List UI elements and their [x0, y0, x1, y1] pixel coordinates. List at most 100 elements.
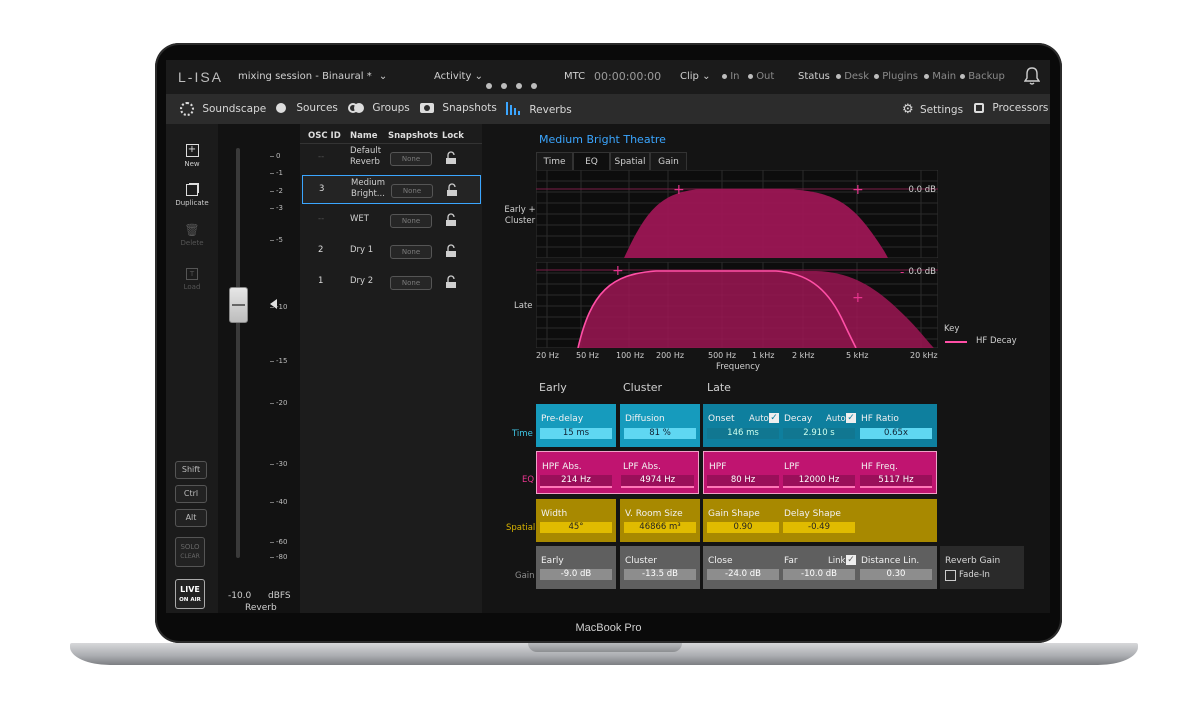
reverb-snapshot-pill[interactable]: None: [390, 152, 432, 166]
col-osc-id: OSC ID: [308, 131, 341, 141]
ctrl-button[interactable]: Ctrl: [175, 485, 207, 503]
fader-scale-tick: [270, 191, 274, 192]
fader-handle[interactable]: [229, 287, 248, 323]
nav-settings[interactable]: ⚙ Settings: [902, 102, 963, 117]
alt-button[interactable]: Alt: [175, 509, 207, 527]
diffusion-param[interactable]: Diffusion 81 %: [620, 404, 700, 447]
room-size-value[interactable]: 46866 m³: [624, 522, 696, 533]
load-label: Load: [183, 283, 201, 291]
lock-icon[interactable]: [445, 274, 457, 293]
lpf-abs-value[interactable]: 4974 Hz: [621, 475, 694, 488]
clip-selector[interactable]: Clip ⌄: [680, 71, 710, 82]
onset-value[interactable]: 146 ms: [707, 428, 779, 439]
nav-soundscape[interactable]: Soundscape: [180, 102, 266, 116]
fade-in-checkbox[interactable]: [945, 570, 956, 581]
cluster-gain-param[interactable]: Cluster -13.5 dB: [620, 546, 700, 589]
eq-graph-early[interactable]: + + 0.0 dB: [536, 170, 938, 258]
reverb-row[interactable]: -- Default Reverb None: [302, 144, 481, 173]
reverb-row[interactable]: 3 Medium Bright... None: [302, 175, 481, 204]
nav-processors[interactable]: Processors: [974, 102, 1048, 114]
row-label-eq: EQ: [522, 475, 535, 485]
early-gain-param[interactable]: Early -9.0 dB: [536, 546, 616, 589]
reverb-snapshot-pill[interactable]: None: [390, 214, 432, 228]
decay-label: Decay: [784, 414, 813, 424]
late-gain-group: Close -24.0 dB Far Link ✓ -10.0 dB Dista…: [703, 546, 937, 589]
lock-icon[interactable]: [446, 182, 458, 201]
hf-decay-legend-label: HF Decay: [976, 336, 1017, 346]
svg-text:+: +: [612, 263, 624, 279]
distance-lin-value[interactable]: 0.30: [860, 569, 932, 580]
tab-spatial[interactable]: Spatial: [610, 152, 650, 172]
duplicate-button[interactable]: Duplicate: [171, 184, 213, 207]
camera-icon: [420, 103, 434, 113]
live-label: LIVE: [180, 585, 200, 594]
width-value[interactable]: 45°: [540, 522, 612, 533]
bell-icon[interactable]: [1023, 66, 1041, 90]
lpf-label: LPF: [784, 462, 800, 472]
predelay-value[interactable]: 15 ms: [540, 428, 612, 439]
hpf-value[interactable]: 80 Hz: [707, 475, 779, 488]
far-link-checkbox[interactable]: ✓: [846, 555, 856, 565]
activity-selector[interactable]: Activity ⌄: [434, 71, 483, 82]
width-param[interactable]: Width 45°: [536, 499, 616, 542]
nav-snapshots[interactable]: Snapshots: [420, 102, 497, 114]
tab-time[interactable]: Time: [536, 152, 573, 172]
graph-late-db: 0.0 dB: [909, 267, 937, 277]
cluster-gain-value[interactable]: -13.5 dB: [624, 569, 696, 580]
delay-shape-value[interactable]: -0.49: [783, 522, 855, 533]
room-size-param[interactable]: V. Room Size 46866 m³: [620, 499, 700, 542]
reverb-snapshot-pill[interactable]: None: [391, 184, 433, 198]
fader-scale-label: 0: [276, 152, 281, 160]
session-selector[interactable]: mixing session - Binaural * ⌄: [238, 71, 387, 82]
width-label: Width: [541, 509, 568, 519]
solo-clear-button[interactable]: SOLO CLEAR: [175, 537, 205, 567]
lock-icon[interactable]: [445, 212, 457, 231]
new-button[interactable]: + New: [177, 144, 207, 168]
hf-decay-legend-line: [945, 341, 967, 343]
delete-button[interactable]: 🗑 Delete: [177, 224, 207, 247]
duplicate-label: Duplicate: [175, 199, 209, 207]
onset-auto-checkbox[interactable]: ✓: [769, 413, 779, 423]
eq-graph-late[interactable]: + + - 0.0 dB: [536, 262, 938, 348]
far-gain-value[interactable]: -10.0 dB: [783, 569, 855, 580]
predelay-label: Pre-delay: [541, 414, 584, 424]
nav-reverbs[interactable]: Reverbs: [506, 102, 572, 118]
decay-auto-checkbox[interactable]: ✓: [846, 413, 856, 423]
fader-scale-label: -5: [276, 236, 283, 244]
reverb-osc-id: --: [318, 152, 325, 162]
plus-icon: +: [185, 144, 199, 157]
reverb-snapshot-pill[interactable]: None: [390, 276, 432, 290]
reverb-snapshot-pill[interactable]: None: [390, 245, 432, 259]
lock-icon[interactable]: [445, 150, 457, 169]
late-eq-group: HPF 80 Hz LPF 12000 Hz HF Freq. 5117 Hz: [703, 451, 937, 494]
nav-groups[interactable]: Groups: [348, 102, 410, 114]
predelay-param[interactable]: Pre-delay 15 ms: [536, 404, 616, 447]
fader-track[interactable]: [236, 148, 240, 558]
early-gain-value[interactable]: -9.0 dB: [540, 569, 612, 580]
gain-shape-value[interactable]: 0.90: [707, 522, 779, 533]
hf-ratio-value[interactable]: 0.65x: [860, 428, 932, 439]
reverb-row[interactable]: 1 Dry 2 None: [302, 268, 481, 297]
reverb-osc-id: 1: [318, 276, 324, 286]
shift-button[interactable]: Shift: [175, 461, 207, 479]
fader-value: -10.0: [228, 591, 252, 601]
lock-icon[interactable]: [445, 243, 457, 262]
frequency-tick-label: 2 kHz: [792, 351, 815, 360]
mtc-value: 00:00:00:00: [594, 70, 662, 83]
tab-gain[interactable]: Gain: [650, 152, 687, 172]
reverb-row[interactable]: 2 Dry 1 None: [302, 237, 481, 266]
tab-eq[interactable]: EQ: [573, 152, 610, 172]
decay-value[interactable]: 2.910 s: [783, 428, 855, 439]
fader-scale-label: -80: [276, 553, 288, 561]
reverb-row[interactable]: -- WET None: [302, 206, 481, 235]
cluster-gain-label: Cluster: [625, 556, 657, 566]
load-button[interactable]: T Load: [177, 268, 207, 291]
lpf-value[interactable]: 12000 Hz: [783, 475, 855, 488]
diffusion-value[interactable]: 81 %: [624, 428, 696, 439]
close-gain-value[interactable]: -24.0 dB: [707, 569, 779, 580]
diffusion-label: Diffusion: [625, 414, 665, 424]
live-on-air-button[interactable]: LIVE ON AIR: [175, 579, 205, 609]
hf-freq-value[interactable]: 5117 Hz: [860, 475, 932, 488]
hpf-abs-value[interactable]: 214 Hz: [540, 475, 612, 488]
nav-sources[interactable]: Sources: [276, 102, 338, 114]
